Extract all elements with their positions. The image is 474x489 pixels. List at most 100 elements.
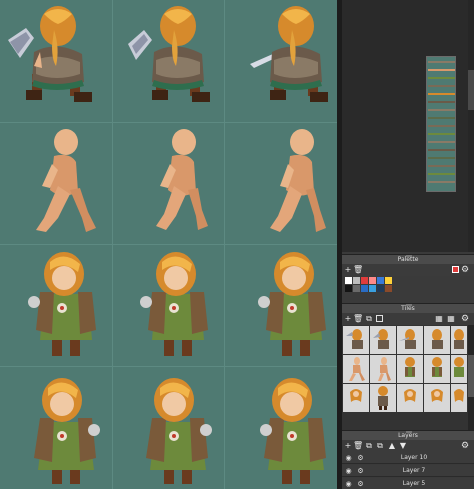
tile-grid-icon[interactable]: ▦ xyxy=(434,314,444,324)
gear-icon[interactable]: ⚙ xyxy=(460,314,470,324)
navigator-scrollbar[interactable] xyxy=(468,0,474,252)
tile[interactable] xyxy=(397,326,423,354)
layers-panel-header[interactable]: Layers xyxy=(342,430,474,440)
tiles-grid[interactable] xyxy=(342,325,474,430)
color-swatch[interactable] xyxy=(353,277,360,284)
sprite-frame-back-attack-2[interactable] xyxy=(112,0,224,122)
sprite-frame-back-attack-3[interactable] xyxy=(224,0,336,122)
add-icon[interactable]: + xyxy=(343,265,353,275)
color-swatch[interactable] xyxy=(361,277,368,284)
tile[interactable] xyxy=(424,384,450,412)
color-swatch[interactable] xyxy=(377,277,384,284)
thumb-row xyxy=(428,149,455,151)
gear-icon[interactable]: ⚙ xyxy=(460,265,470,275)
sprite-frame-mannequin-2[interactable] xyxy=(112,122,224,244)
color-swatch[interactable] xyxy=(345,277,352,284)
tile[interactable] xyxy=(343,355,369,383)
color-swatch[interactable] xyxy=(353,285,360,292)
add-icon[interactable]: + xyxy=(343,441,353,451)
layer-row[interactable]: ◉ ⚙ Layer 10 xyxy=(342,452,474,464)
delete-icon[interactable]: 🗑 xyxy=(353,265,363,275)
thumb-row xyxy=(428,101,455,103)
navigator-thumbnail[interactable] xyxy=(426,56,456,192)
box-icon[interactable] xyxy=(376,315,383,322)
eye-icon[interactable]: ◉ xyxy=(344,454,353,462)
color-swatch[interactable] xyxy=(369,285,376,292)
layer-name: Layer 7 xyxy=(402,467,426,474)
color-swatch[interactable] xyxy=(361,285,368,292)
tile[interactable] xyxy=(451,326,467,354)
tile[interactable] xyxy=(424,326,450,354)
layer-row[interactable]: ◉ ⚙ Layer 5 xyxy=(342,478,474,489)
color-swatch[interactable] xyxy=(377,285,384,292)
tile[interactable] xyxy=(451,384,467,412)
sprite-frame-back-attack-1[interactable] xyxy=(0,0,112,122)
tiles-panel-header[interactable]: Tiles xyxy=(342,303,474,313)
thumb-row xyxy=(428,85,455,87)
duplicate-icon[interactable]: ⧉ xyxy=(364,314,374,324)
color-swatch[interactable] xyxy=(385,277,392,284)
duplicate-icon[interactable]: ⧉ xyxy=(364,441,374,451)
palette-panel-title: Palette xyxy=(397,256,419,263)
add-icon[interactable]: + xyxy=(343,314,353,324)
layer-name: Layer 10 xyxy=(400,454,428,461)
right-panel: Palette + 🗑 ⚙ Tiles + 🗑 ⧉ ▦ ▦ ⚙ Layers +… xyxy=(342,0,474,489)
tiles-scrollbar-thumb[interactable] xyxy=(468,355,474,397)
tile[interactable] xyxy=(343,326,369,354)
tile[interactable] xyxy=(343,384,369,412)
sprite-frame-front-3[interactable] xyxy=(224,244,336,366)
eye-icon[interactable]: ◉ xyxy=(344,480,353,488)
thumb-row xyxy=(428,173,455,175)
thumb-row xyxy=(428,165,455,167)
eye-icon[interactable]: ◉ xyxy=(344,467,353,475)
palette-panel-header[interactable]: Palette xyxy=(342,254,474,264)
delete-icon[interactable]: 🗑 xyxy=(353,441,363,451)
layer-name: Layer 5 xyxy=(402,480,426,487)
tile-grid-icon[interactable]: ▦ xyxy=(446,314,456,324)
pixel-editor-window: Palette + 🗑 ⚙ Tiles + 🗑 ⧉ ▦ ▦ ⚙ Layers +… xyxy=(0,0,474,489)
navigator-panel[interactable] xyxy=(342,0,474,252)
delete-icon[interactable]: 🗑 xyxy=(353,314,363,324)
layers-toolbar: + 🗑 ⧉ ⧉ ▲ ▼ ⚙ xyxy=(342,440,474,452)
tile[interactable] xyxy=(397,384,423,412)
thumb-row xyxy=(428,117,455,119)
sprite-frame-mannequin-1[interactable] xyxy=(0,122,112,244)
color-swatch[interactable] xyxy=(369,277,376,284)
thumb-row xyxy=(428,77,455,79)
tiles-scrollbar[interactable] xyxy=(468,325,474,430)
selected-color-swatch[interactable] xyxy=(452,266,459,273)
thumb-row xyxy=(428,181,455,183)
grip-handle-icon[interactable] xyxy=(406,431,412,433)
sprite-frame-front-4[interactable] xyxy=(0,366,112,488)
palette-swatches xyxy=(345,277,455,293)
color-swatch[interactable] xyxy=(345,285,352,292)
navigator-scrollbar-thumb[interactable] xyxy=(468,70,474,110)
sprite-frame-front-2[interactable] xyxy=(112,244,224,366)
merge-icon[interactable]: ⧉ xyxy=(375,441,385,451)
sprite-frame-front-1[interactable] xyxy=(0,244,112,366)
lock-icon[interactable]: ⚙ xyxy=(356,480,365,488)
thumb-row xyxy=(428,125,455,127)
sprite-frame-front-6[interactable] xyxy=(224,366,336,488)
tile[interactable] xyxy=(370,384,396,412)
layer-row[interactable]: ◉ ⚙ Layer 7 xyxy=(342,465,474,477)
sprite-canvas[interactable] xyxy=(0,0,337,489)
tile[interactable] xyxy=(451,355,467,383)
thumb-row xyxy=(428,93,455,95)
tile[interactable] xyxy=(370,326,396,354)
thumb-row xyxy=(428,133,455,135)
color-swatch[interactable] xyxy=(385,285,392,292)
grip-handle-icon[interactable] xyxy=(406,255,412,257)
sprite-frame-mannequin-3[interactable] xyxy=(224,122,336,244)
tile[interactable] xyxy=(370,355,396,383)
grip-handle-icon[interactable] xyxy=(406,304,412,306)
lock-icon[interactable]: ⚙ xyxy=(356,467,365,475)
sprite-frame-front-5[interactable] xyxy=(112,366,224,488)
palette-toolbar: + 🗑 ⚙ xyxy=(342,264,474,276)
lock-icon[interactable]: ⚙ xyxy=(356,454,365,462)
arrow-up-icon[interactable]: ▲ xyxy=(387,441,397,451)
arrow-down-icon[interactable]: ▼ xyxy=(398,441,408,451)
gear-icon[interactable]: ⚙ xyxy=(460,441,470,451)
tile[interactable] xyxy=(424,355,450,383)
tile[interactable] xyxy=(397,355,423,383)
